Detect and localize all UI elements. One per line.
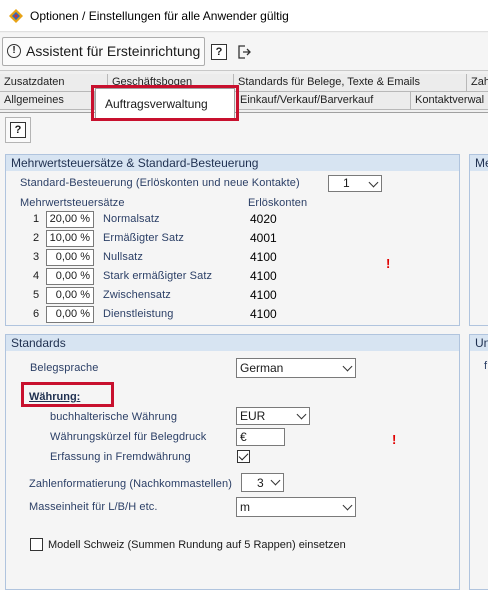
number-format-select[interactable]: 3 bbox=[241, 473, 284, 492]
accounting-currency-select[interactable]: EUR bbox=[236, 407, 310, 425]
col-accounts-header: Erlöskonten bbox=[248, 197, 308, 209]
vat-rate-input[interactable]: 0,00 % bbox=[46, 249, 94, 266]
foreign-currency-label: Erfassung in Fremdwährung bbox=[50, 451, 191, 463]
belegsprache-value: German bbox=[240, 361, 284, 375]
chevron-down-icon bbox=[270, 475, 281, 486]
currency-warning-icon: ! bbox=[392, 432, 397, 447]
vat-rate-name: Normalsatz bbox=[103, 213, 160, 225]
vat-rate-input[interactable]: 20,00 % bbox=[46, 211, 94, 228]
right-bottom-panel-title: Un bbox=[470, 335, 488, 351]
currency-symbol-input[interactable]: € bbox=[236, 428, 285, 446]
highlight-active-tab bbox=[91, 85, 239, 121]
tab-standards-belege[interactable]: Standards für Belege, Texte & Emails bbox=[234, 74, 467, 92]
unit-value: m bbox=[240, 500, 250, 514]
tab-einkauf-verkauf[interactable]: Einkauf/Verkauf/Barverkauf bbox=[236, 92, 411, 110]
vat-rate-input[interactable]: 0,00 % bbox=[46, 268, 94, 285]
vat-account-number: 4020 bbox=[250, 212, 277, 226]
right-bottom-panel: Un bbox=[469, 334, 488, 590]
swiss-model-label: Modell Schweiz (Summen Rundung auf 5 Rap… bbox=[48, 539, 346, 551]
tab-zahlung[interactable]: Zah bbox=[467, 74, 488, 92]
app-logo-icon bbox=[9, 9, 23, 23]
checkmark-icon bbox=[238, 450, 249, 461]
accounting-currency-label: buchhalterische Währung bbox=[50, 411, 178, 423]
belegsprache-select[interactable]: German bbox=[236, 358, 356, 378]
vat-row-number: 2 bbox=[33, 232, 40, 244]
vat-rate-name: Dienstleistung bbox=[103, 308, 174, 320]
tab-kontaktverwaltung[interactable]: Kontaktverwal bbox=[411, 92, 488, 110]
currency-symbol-label: Währungskürzel für Belegdruck bbox=[50, 431, 207, 443]
vat-account-number: 4100 bbox=[250, 269, 277, 283]
vat-rate-name: Nullsatz bbox=[103, 251, 143, 263]
tab-row-2: Allgemeines Einkauf/Verkauf/Barverkauf K… bbox=[0, 92, 488, 110]
belegsprache-label: Belegsprache bbox=[30, 362, 99, 374]
vat-rate-name: Stark ermäßigter Satz bbox=[103, 270, 213, 282]
setup-assistant-label: Assistent für Ersteinrichtung bbox=[26, 43, 201, 59]
chevron-down-icon bbox=[342, 500, 353, 511]
number-format-label: Zahlenformatierung (Nachkommastellen) bbox=[29, 478, 233, 490]
sub-help-icon: ? bbox=[10, 122, 26, 138]
exit-icon[interactable] bbox=[236, 44, 252, 60]
tab-allgemeines[interactable]: Allgemeines bbox=[0, 92, 95, 110]
vat-account-number: 4001 bbox=[250, 231, 277, 245]
vat-rate-input[interactable]: 0,00 % bbox=[46, 306, 94, 323]
vat-rate-name: Ermäßigter Satz bbox=[103, 232, 184, 244]
accounting-currency-value: EUR bbox=[240, 409, 266, 423]
vat-row-number: 4 bbox=[33, 270, 40, 282]
right-top-panel: Me bbox=[469, 154, 488, 326]
vat-panel-title: Mehrwertsteuersätze & Standard-Besteueru… bbox=[6, 155, 459, 171]
chevron-down-icon bbox=[368, 177, 379, 188]
right-top-panel-title: Me bbox=[470, 155, 488, 171]
vat-row-number: 6 bbox=[33, 308, 40, 320]
vat-account-number: 4100 bbox=[250, 288, 277, 302]
col-rates-header: Mehrwertsteuersätze bbox=[20, 197, 125, 209]
unit-select[interactable]: m bbox=[236, 497, 356, 517]
unit-label: Masseinheit für L/B/H etc. bbox=[29, 501, 158, 513]
tab-row-1: Zusatzdaten Geschäftsbogen Standards für… bbox=[0, 74, 488, 92]
vat-rate-input[interactable]: 10,00 % bbox=[46, 230, 94, 247]
vat-account-number: 4100 bbox=[250, 307, 277, 321]
vat-row-number: 1 bbox=[33, 213, 40, 225]
window-title: Optionen / Einstellungen für alle Anwend… bbox=[30, 9, 289, 23]
standard-taxation-select[interactable]: 1 bbox=[328, 175, 382, 192]
info-exclamation-icon: ! bbox=[7, 44, 21, 58]
standard-taxation-value: 1 bbox=[343, 176, 350, 190]
vat-warning-icon: ! bbox=[386, 256, 391, 271]
number-format-value: 3 bbox=[257, 476, 264, 490]
standard-taxation-label: Standard-Besteuerung (Erlöskonten und ne… bbox=[20, 177, 300, 189]
standards-panel-title: Standards bbox=[6, 335, 459, 351]
highlight-currency bbox=[21, 382, 114, 407]
foreign-currency-checkbox[interactable] bbox=[237, 450, 250, 463]
right-bottom-panel-text: f bbox=[484, 360, 488, 372]
chevron-down-icon bbox=[342, 361, 353, 372]
vat-rate-input[interactable]: 0,00 % bbox=[46, 287, 94, 304]
vat-row-number: 3 bbox=[33, 251, 40, 263]
chevron-down-icon bbox=[296, 409, 307, 420]
help-button[interactable]: ? bbox=[211, 44, 227, 60]
vat-account-number: 4100 bbox=[250, 250, 277, 264]
swiss-model-checkbox[interactable] bbox=[30, 538, 43, 551]
vat-row-number: 5 bbox=[33, 289, 40, 301]
vat-rate-name: Zwischensatz bbox=[103, 289, 171, 301]
